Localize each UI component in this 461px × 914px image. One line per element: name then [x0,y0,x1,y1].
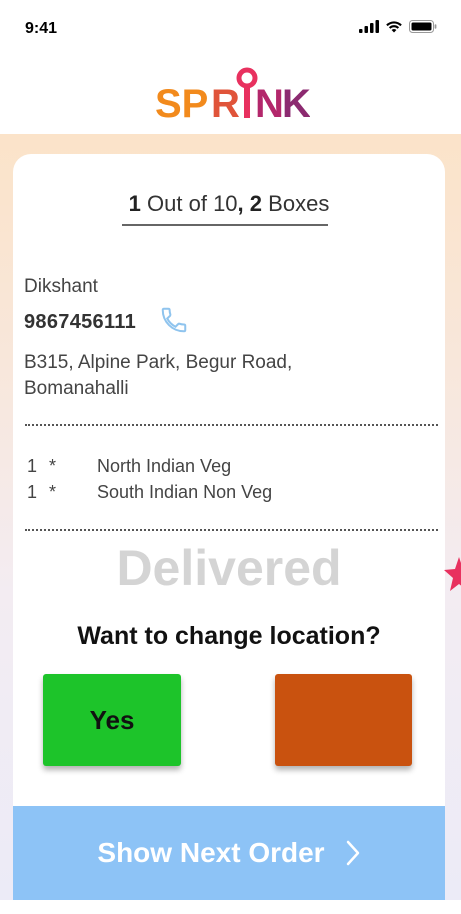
yes-button[interactable]: Yes [43,674,181,766]
customer-name: Dikshant [24,276,98,297]
progress-boxes-label: Boxes [268,191,330,216]
order-item: 1 * South Indian Non Veg [27,482,272,503]
item-qty: 1 [27,456,38,476]
order-progress: 1 Out of 10, 2 Boxes [13,191,445,217]
sprink-logo: SP R N K [155,67,310,126]
status-time: 9:41 [25,20,58,37]
svg-text:K: K [282,82,310,126]
chevron-right-icon [346,840,359,866]
customer-address: B315, Alpine Park, Begur Road, Bomanahal… [24,350,344,402]
battery-icon [409,20,437,33]
order-item: 1 * North Indian Veg [27,456,231,477]
address-line-1: B315, Alpine Park, Begur Road, [24,352,293,373]
item-sep: * [49,456,57,476]
divider [25,529,438,531]
svg-text:SP: SP [155,82,208,126]
progress-comma: , [237,191,244,216]
customer-phone: 9867456111 [24,311,137,333]
progress-underline [122,224,328,226]
svg-text:N: N [255,82,284,126]
svg-text:R: R [211,82,240,126]
app-header: SP R N K [0,56,461,134]
delivery-status: Delivered [116,540,342,596]
item-qty: 1 [27,482,38,502]
progress-current: 1 [128,191,141,216]
status-icons [359,20,437,33]
item-name: South Indian Non Veg [97,482,273,502]
address-line-2: Bomanahalli [24,378,129,399]
item-name: North Indian Veg [97,456,232,476]
show-next-order-label: Show Next Order [97,837,325,868]
divider [25,424,438,426]
wifi-icon [386,21,402,33]
star-icon [444,557,461,591]
show-next-order-button[interactable]: Show Next Order [13,806,445,900]
progress-boxes-count: 2 [249,191,263,216]
phone-icon[interactable] [159,305,189,335]
status-bar: 9:41 [0,0,461,56]
signal-icon [359,20,379,33]
progress-mid: Out of 10 [147,191,238,216]
item-sep: * [49,482,57,502]
order-card: 1 Out of 10, 2 Boxes Dikshant 9867456111… [13,154,445,914]
change-location-question: Want to change location? [77,622,381,650]
no-button[interactable] [275,674,412,766]
